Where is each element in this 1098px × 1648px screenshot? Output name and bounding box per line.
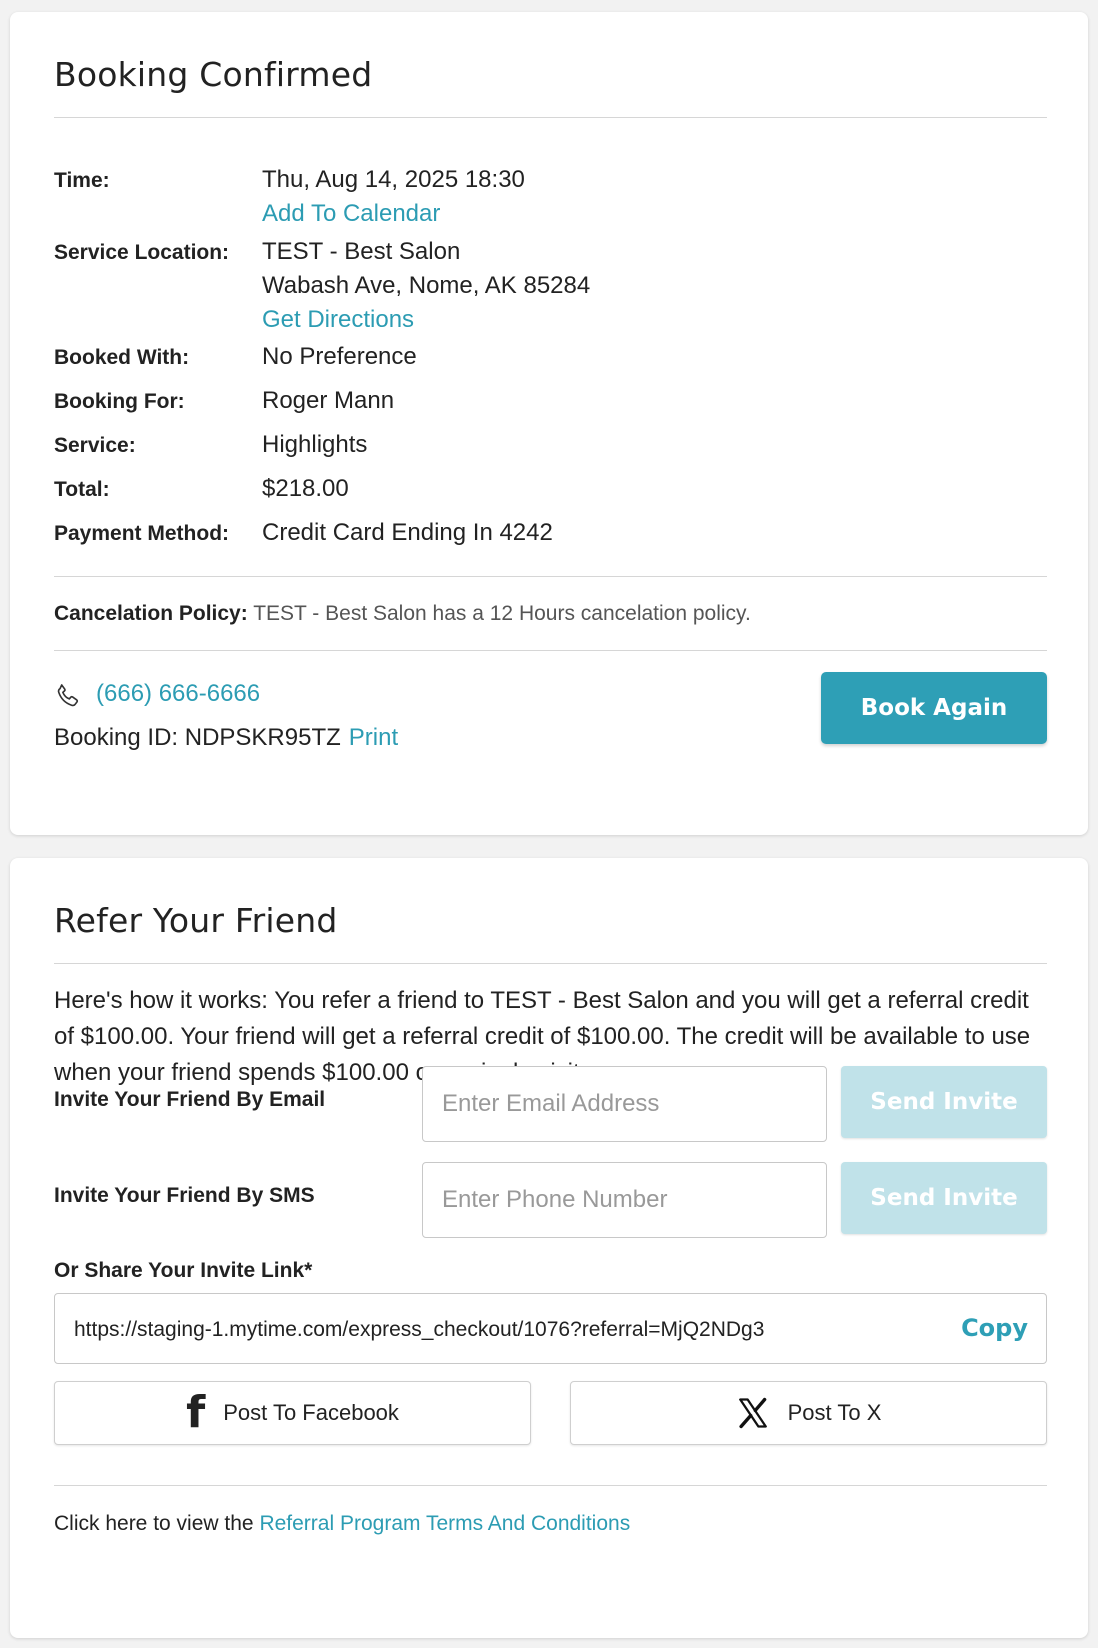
- booked-with-label: Booked With:: [54, 346, 190, 369]
- refer-friend-card: Refer Your Friend Here's how it works: Y…: [10, 858, 1088, 1638]
- cancelation-policy: Cancelation Policy: TEST - Best Salon ha…: [54, 602, 751, 626]
- booking-id-text: Booking ID: NDPSKR95TZ: [54, 724, 341, 751]
- refer-title: Refer Your Friend: [54, 901, 338, 940]
- send-sms-invite-button[interactable]: Send Invite: [841, 1162, 1047, 1234]
- location-address: Wabash Ave, Nome, AK 85284: [262, 272, 591, 299]
- divider: [54, 650, 1047, 651]
- terms-text: Click here to view the Referral Program …: [54, 1512, 630, 1536]
- get-directions-link[interactable]: Get Directions: [262, 306, 414, 334]
- divider: [54, 117, 1047, 118]
- send-email-invite-button[interactable]: Send Invite: [841, 1066, 1047, 1138]
- invite-link[interactable]: https://staging-1.mytime.com/express_che…: [74, 1318, 764, 1342]
- divider: [54, 1485, 1047, 1486]
- policy-text: TEST - Best Salon has a 12 Hours cancela…: [253, 602, 751, 625]
- terms-link[interactable]: Referral Program Terms And Conditions: [259, 1512, 630, 1535]
- booking-title: Booking Confirmed: [54, 55, 373, 94]
- booking-for-value: Roger Mann: [262, 387, 395, 414]
- book-again-button[interactable]: Book Again: [821, 672, 1047, 744]
- location-name: TEST - Best Salon: [262, 238, 461, 265]
- email-input[interactable]: [422, 1066, 827, 1142]
- booked-with-value: No Preference: [262, 343, 417, 370]
- policy-label: Cancelation Policy:: [54, 602, 248, 625]
- service-location-label: Service Location:: [54, 241, 230, 264]
- invite-link-box: https://staging-1.mytime.com/express_che…: [54, 1293, 1047, 1364]
- x-icon: [738, 1397, 767, 1429]
- post-to-facebook-button[interactable]: f Post To Facebook: [54, 1381, 531, 1445]
- total-label: Total:: [54, 478, 110, 501]
- booking-for-label: Booking For:: [54, 390, 185, 413]
- phone-link[interactable]: (666) 666-6666: [96, 680, 260, 708]
- invite-email-label: Invite Your Friend By Email: [54, 1088, 326, 1111]
- invite-sms-label: Invite Your Friend By SMS: [54, 1184, 315, 1207]
- divider: [54, 576, 1047, 577]
- print-link[interactable]: Print: [349, 724, 398, 751]
- booking-id: Booking ID: NDPSKR95TZ Print: [54, 724, 398, 752]
- facebook-label: Post To Facebook: [223, 1400, 399, 1425]
- payment-method-label: Payment Method:: [54, 522, 230, 545]
- phone-input[interactable]: [422, 1162, 827, 1238]
- time-value: Thu, Aug 14, 2025 18:30: [262, 166, 525, 193]
- add-to-calendar-link[interactable]: Add To Calendar: [262, 200, 440, 228]
- phone-icon: [57, 684, 79, 707]
- payment-method-value: Credit Card Ending In 4242: [262, 519, 553, 546]
- terms-prefix: Click here to view the: [54, 1512, 254, 1535]
- x-label: Post To X: [787, 1400, 882, 1425]
- total-value: $218.00: [262, 475, 349, 502]
- booking-confirmed-card: Booking Confirmed Time: Thu, Aug 14, 202…: [10, 12, 1088, 835]
- copy-button[interactable]: Copy: [961, 1314, 1028, 1342]
- divider: [54, 963, 1047, 964]
- time-label: Time:: [54, 169, 110, 192]
- share-link-label: Or Share Your Invite Link*: [54, 1259, 313, 1282]
- post-to-x-button[interactable]: Post To X: [570, 1381, 1047, 1445]
- service-label: Service:: [54, 434, 136, 457]
- service-value: Highlights: [262, 431, 368, 458]
- facebook-icon: f: [186, 1387, 206, 1438]
